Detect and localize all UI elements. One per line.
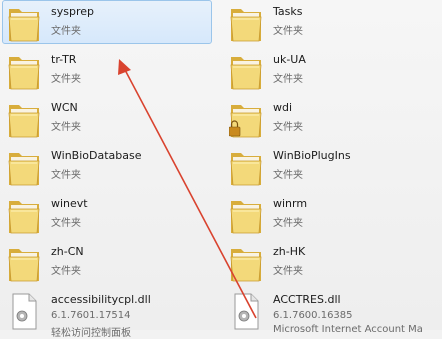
item-name: winrm — [273, 197, 308, 210]
folder-item-winbioplugins[interactable]: WinBioPlugIns 文件夹 — [224, 144, 434, 188]
item-name: zh-HK — [273, 245, 306, 258]
folder-item-tasks[interactable]: Tasks 文件夹 — [224, 0, 434, 44]
item-name: sysprep — [51, 5, 94, 18]
item-name: ACCTRES.dll — [273, 293, 341, 306]
item-type: 文件夹 — [273, 74, 303, 85]
item-version: 6.1.7601.17514 — [51, 310, 131, 321]
locked-folder-icon — [229, 99, 263, 139]
item-type: 文件夹 — [273, 122, 303, 133]
item-name: WCN — [51, 101, 78, 114]
item-type: 文件夹 — [51, 26, 81, 37]
item-name: accessibilitycpl.dll — [51, 293, 151, 306]
item-name: WinBioDatabase — [51, 149, 142, 162]
folder-icon — [229, 147, 263, 187]
file-item-acctres[interactable]: ACCTRES.dll 6.1.7600.16385 Microsoft Int… — [224, 288, 434, 335]
item-type: 文件夹 — [273, 266, 303, 277]
folder-icon — [7, 3, 41, 43]
item-name: WinBioPlugIns — [273, 149, 351, 162]
item-type: 文件夹 — [51, 266, 81, 277]
folder-icon — [229, 51, 263, 91]
item-type: 文件夹 — [51, 74, 81, 85]
folder-item-sysprep[interactable]: sysprep 文件夹 — [2, 0, 212, 44]
folder-item-winrm[interactable]: winrm 文件夹 — [224, 192, 434, 236]
dll-file-icon — [229, 291, 263, 331]
folder-icon — [7, 195, 41, 235]
item-type: 文件夹 — [51, 122, 81, 133]
folder-item-wdi[interactable]: wdi 文件夹 — [224, 96, 434, 140]
folder-icon — [229, 195, 263, 235]
item-version: 6.1.7600.16385 — [273, 310, 353, 321]
file-item-accessibilitycpl[interactable]: accessibilitycpl.dll 6.1.7601.17514 轻松访问… — [2, 288, 212, 339]
item-type: 文件夹 — [51, 170, 81, 181]
folder-item-winevt[interactable]: winevt 文件夹 — [2, 192, 212, 236]
item-type: 文件夹 — [273, 26, 303, 37]
folder-icon — [229, 3, 263, 43]
folder-icon — [7, 51, 41, 91]
item-type: 文件夹 — [51, 218, 81, 229]
folder-icon — [7, 99, 41, 139]
folder-icon — [229, 243, 263, 283]
folder-item-wcn[interactable]: WCN 文件夹 — [2, 96, 212, 140]
folder-icon — [7, 243, 41, 283]
item-name: tr-TR — [51, 53, 77, 66]
folder-item-winbiodatabase[interactable]: WinBioDatabase 文件夹 — [2, 144, 212, 188]
item-name: zh-CN — [51, 245, 84, 258]
file-list-view: sysprep 文件夹 Tasks 文件夹 tr-TR 文件夹 uk-UA 文件… — [0, 0, 442, 339]
item-name: wdi — [273, 101, 293, 114]
folder-item-uk-ua[interactable]: uk-UA 文件夹 — [224, 48, 434, 92]
folder-item-zh-hk[interactable]: zh-HK 文件夹 — [224, 240, 434, 284]
folder-item-tr-tr[interactable]: tr-TR 文件夹 — [2, 48, 212, 92]
item-name: Tasks — [273, 5, 303, 18]
item-type: 文件夹 — [273, 218, 303, 229]
item-type: 文件夹 — [273, 170, 303, 181]
item-description: 轻松访问控制面板 — [51, 328, 131, 339]
item-name: winevt — [51, 197, 88, 210]
item-name: uk-UA — [273, 53, 306, 66]
dll-file-icon — [7, 291, 41, 331]
folder-icon — [7, 147, 41, 187]
folder-item-zh-cn[interactable]: zh-CN 文件夹 — [2, 240, 212, 284]
